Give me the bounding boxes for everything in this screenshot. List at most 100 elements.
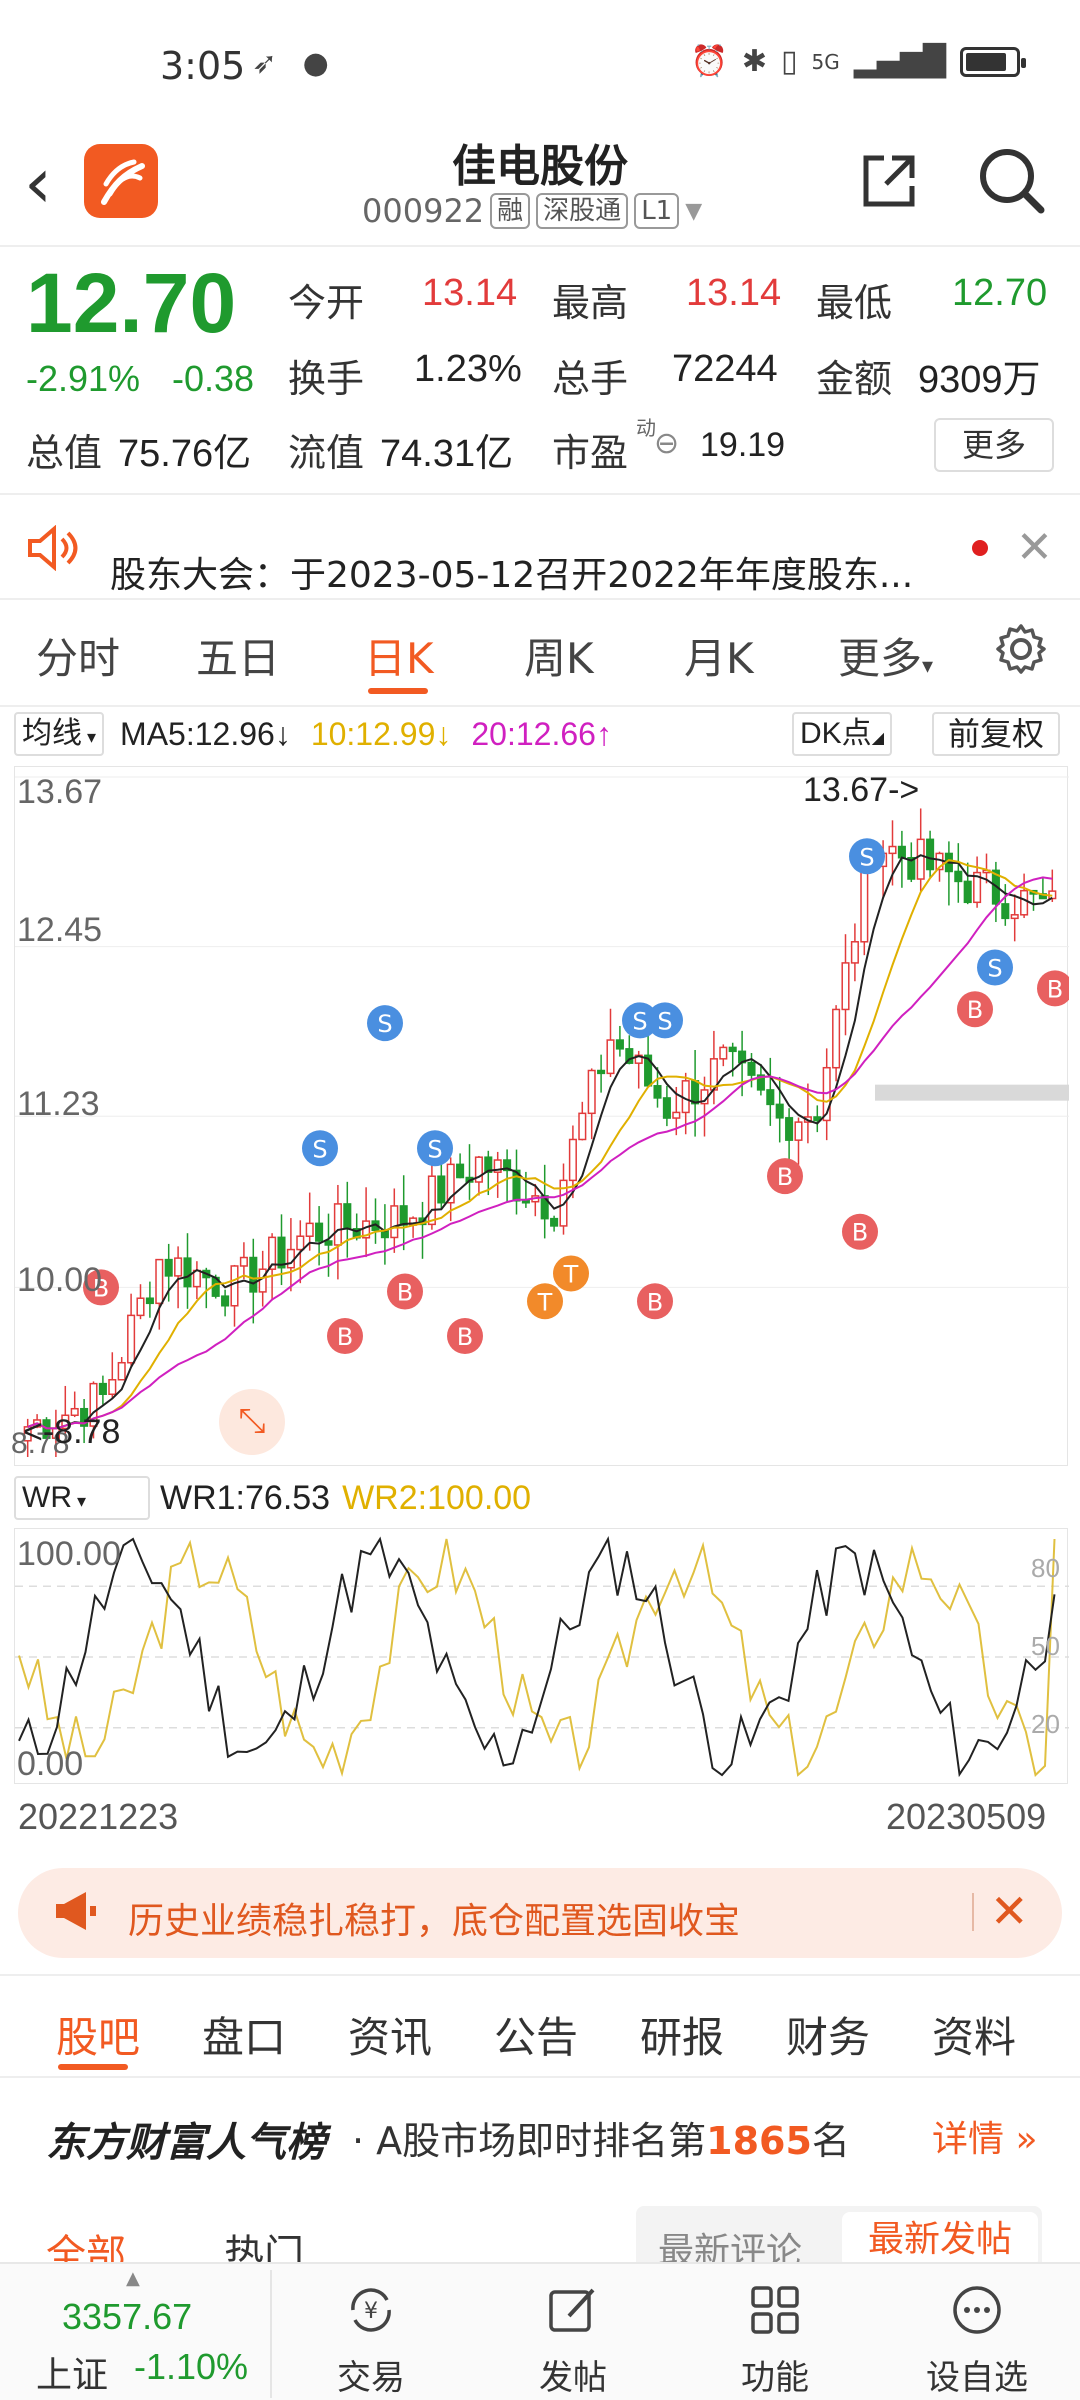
close-icon[interactable]: ✕ — [990, 1884, 1029, 1938]
tab-5day[interactable]: 五日 — [196, 625, 280, 686]
ma-select[interactable]: 均线 ▾ — [14, 712, 105, 756]
y-tick-label: 10.00 — [17, 1261, 103, 1299]
tab-announcements[interactable]: 公告 — [494, 2004, 578, 2065]
candle-body — [653, 1085, 662, 1099]
tab-more-label: 更多 — [838, 634, 923, 683]
wr-chart[interactable]: 100.00 0.00 80 50 20 — [14, 1528, 1069, 1784]
candle-body — [1010, 914, 1019, 920]
dk-point-button[interactable]: DK点◢ — [792, 712, 892, 756]
tab-finance[interactable]: 财务 — [786, 2004, 870, 2065]
divider — [0, 598, 1080, 600]
divider — [972, 1893, 974, 1931]
tab-pankou[interactable]: 盘口 — [202, 2004, 286, 2065]
speaker-icon — [28, 525, 78, 571]
banner-text[interactable]: 历史业绩稳扎稳打，底仓配置选固收宝 — [128, 1892, 740, 1944]
float-label: 流值 — [288, 431, 365, 475]
wr-level-20: 20 — [1031, 1709, 1060, 1739]
candle-body — [399, 1205, 408, 1226]
candle-body — [794, 1121, 803, 1141]
stock-code-row[interactable]: 000922 融 深股通 L1 ▼ — [362, 192, 702, 230]
candle-body — [672, 1111, 681, 1119]
candle-body — [315, 1222, 324, 1242]
tab-profile[interactable]: 资料 — [932, 2004, 1016, 2065]
tab-more[interactable]: 更多▾ — [838, 625, 933, 686]
corner-icon: ◢ — [871, 730, 884, 747]
index-value[interactable]: 3357.67 — [62, 2296, 192, 2338]
expand-icon[interactable]: ⤡ — [219, 1389, 285, 1455]
nav-add-watchlist[interactable]: 设自选 — [912, 2280, 1042, 2399]
index-name[interactable]: 上证 — [36, 2346, 108, 2398]
marker-letter: S — [859, 843, 874, 871]
candlestick-chart[interactable]: SSSSSSSBBBBBBBBBTT 13.67 12.45 11.23 10.… — [11, 766, 1069, 1466]
candle-body — [427, 1175, 436, 1226]
tab-daily-k[interactable]: 日K — [364, 625, 434, 686]
marker-letter: B — [852, 1219, 868, 1247]
nav-trade[interactable]: ¥ 交易 — [306, 2280, 436, 2399]
candle-body — [296, 1235, 305, 1251]
tab-weekly-k[interactable]: 周K — [524, 625, 594, 686]
caret-down-icon: ▾ — [82, 727, 97, 747]
share-icon[interactable] — [858, 150, 920, 212]
nav-post[interactable]: 发帖 — [508, 2280, 638, 2399]
signal-icon: ▂▄▆█ — [853, 44, 946, 79]
turnover-label: 换手 — [288, 357, 365, 401]
tag-connect: 深股通 — [536, 193, 629, 229]
candle-body — [521, 1200, 530, 1204]
info-icon[interactable]: ⊖ — [654, 426, 679, 461]
date-end: 20230509 — [886, 1796, 1047, 1837]
rank-detail-label: 详情 — [932, 2119, 1005, 2160]
chevron-down-icon[interactable]: ▼ — [685, 199, 702, 224]
tab-intraday[interactable]: 分时 — [36, 625, 120, 686]
gear-icon[interactable] — [994, 622, 1048, 676]
tab-research[interactable]: 研报 — [640, 2004, 724, 2065]
more-quote-button[interactable]: 更多 — [934, 418, 1054, 472]
rank-text: · A股市场即时排名第1865名 — [352, 2110, 850, 2165]
low-annotation: <-8.78 — [23, 1413, 121, 1451]
adjust-button[interactable]: 前复权 — [932, 712, 1060, 756]
nav-post-label: 发帖 — [539, 2358, 607, 2398]
mktcap-label: 总值 — [26, 431, 103, 475]
divider — [0, 245, 1080, 247]
candle-body — [832, 1008, 841, 1069]
close-icon[interactable]: ✕ — [1016, 522, 1053, 573]
trade-icon: ¥ — [351, 2288, 391, 2332]
indicator-select[interactable]: WR ▾ — [14, 1476, 150, 1520]
wr-level-50: 50 — [1031, 1631, 1060, 1661]
candle-body — [221, 1295, 230, 1307]
tab-monthly-k[interactable]: 月K — [684, 625, 754, 686]
pe-label: 市盈 — [552, 431, 629, 475]
double-chevron-icon: » — [1004, 2119, 1038, 2160]
network-label: 5G — [811, 49, 840, 74]
notice-text[interactable]: 股东大会：于2023-05-12召开2022年年度股东... — [110, 546, 913, 598]
candle-body — [728, 1046, 737, 1053]
notification-icons: ➶ ● — [252, 46, 337, 81]
search-icon[interactable] — [975, 144, 1047, 216]
rank-detail-link[interactable]: 详情 » — [932, 2110, 1037, 2162]
ma5-value: MA5:12.96↓ — [120, 715, 291, 752]
wr1-value: WR1:76.53 — [160, 1478, 331, 1517]
battery-icon — [960, 46, 1026, 77]
sort-latest-post[interactable]: 最新发帖 — [842, 2212, 1038, 2268]
ma20-value: 20:12.66↑ — [471, 715, 612, 752]
stock-header: ‹ 佳电股份 000922 融 深股通 L1 ▼ — [0, 120, 1080, 245]
volume-value: 72244 — [672, 348, 778, 390]
tab-news[interactable]: 资讯 — [348, 2004, 432, 2065]
candle-body — [390, 1205, 399, 1239]
divider — [0, 705, 1080, 707]
candle-body — [766, 1089, 775, 1106]
bluetooth-icon: ✱ — [741, 44, 767, 79]
candle-body — [888, 845, 897, 855]
tab-guba[interactable]: 股吧 — [56, 2004, 140, 2065]
wr-y-bottom: 0.00 — [17, 1745, 84, 1783]
more-circle-icon — [953, 2286, 1001, 2334]
high-value: 13.14 — [686, 272, 782, 314]
tag-level: L1 — [634, 193, 680, 229]
megaphone-icon — [56, 1892, 96, 1930]
vibrate-icon: ▯ — [780, 44, 798, 79]
y-tick-label: 12.45 — [17, 911, 103, 949]
caret-up-icon[interactable]: ▲ — [126, 2268, 140, 2289]
candle-body — [1020, 889, 1029, 916]
nav-functions[interactable]: 功能 — [710, 2280, 840, 2399]
marker-letter: B — [967, 996, 983, 1024]
low-value: 12.70 — [952, 272, 1048, 314]
